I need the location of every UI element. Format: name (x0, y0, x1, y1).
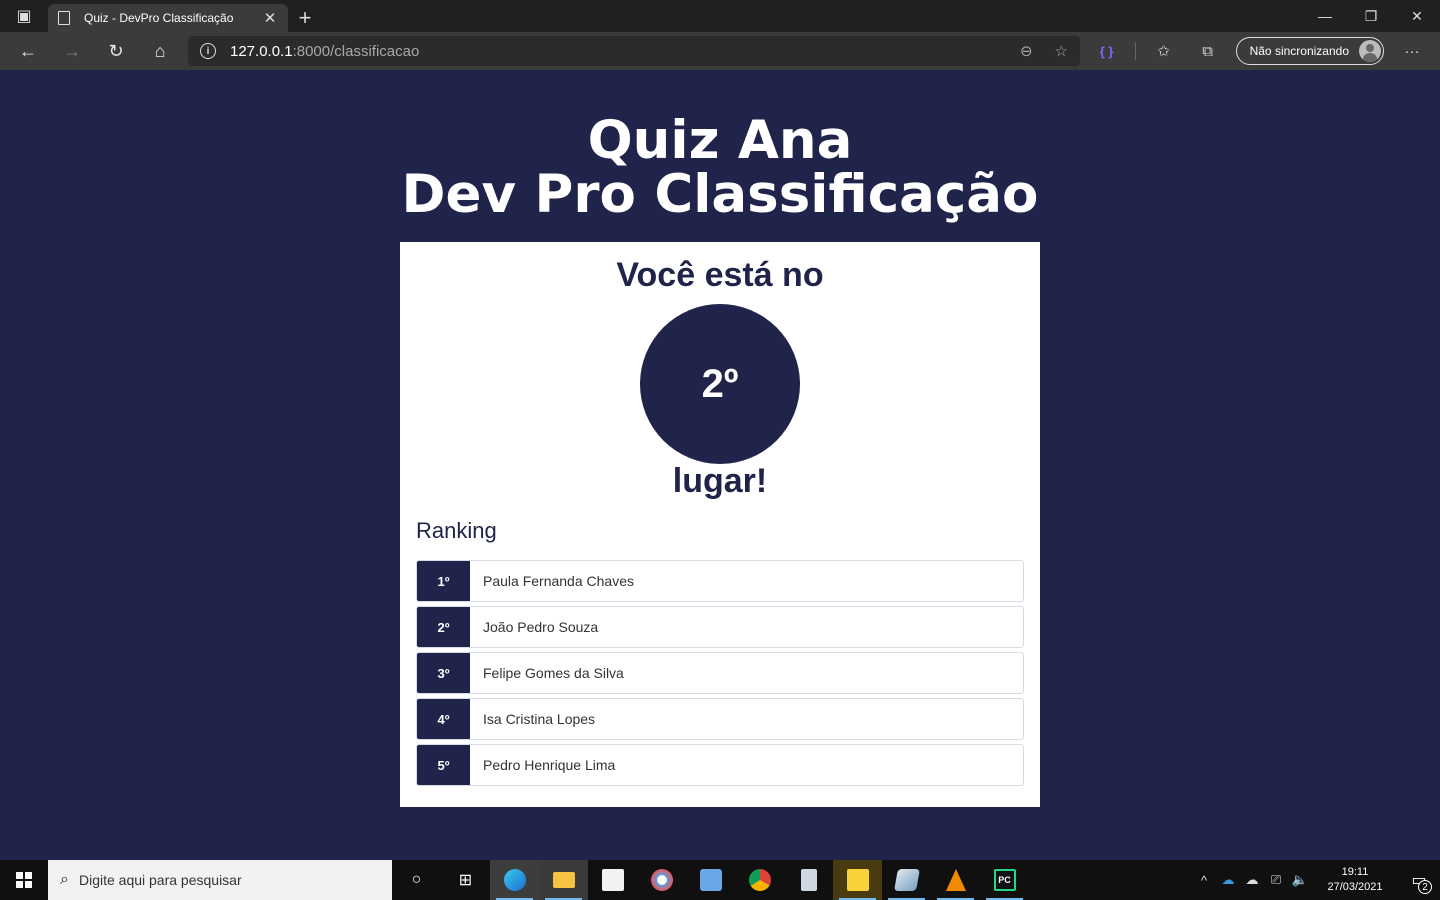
place-suffix: lugar! (672, 462, 768, 500)
ranking-position: 4º (417, 699, 470, 739)
info-icon[interactable]: i (200, 43, 216, 59)
ranking-name: Paula Fernanda Chaves (483, 573, 634, 589)
sync-label: Não sincronizando (1249, 44, 1349, 58)
close-tab-icon[interactable]: ✕ (262, 9, 278, 27)
url-host: 127.0.0.1 (230, 42, 293, 60)
restore-icon[interactable]: ❐ (1348, 0, 1394, 32)
search-icon: ⌕ (60, 871, 69, 888)
clock-time: 19:11 (1341, 866, 1369, 878)
forward-icon[interactable]: → (50, 32, 94, 70)
taskbar: ⌕ Digite aqui para pesquisar ○ ⊞ PC ^ ☁ … (0, 860, 1440, 900)
page-title: Quiz Ana Dev Pro Classificação (0, 114, 1440, 222)
toolbar-divider (1134, 42, 1136, 60)
app-icon[interactable] (882, 860, 931, 900)
notification-count: 2 (1418, 880, 1432, 894)
chrome-icon[interactable] (735, 860, 784, 900)
volume-icon[interactable]: 🔈 (1288, 872, 1312, 888)
network-icon[interactable]: ⎚ (1264, 872, 1288, 888)
vlc-icon[interactable] (931, 860, 980, 900)
tab-actions-icon[interactable]: ▣ (0, 0, 48, 32)
add-favorite-icon[interactable]: ☆ (1055, 42, 1068, 60)
url-text[interactable]: 127.0.0.1:8000/classificacao (230, 43, 998, 60)
extension-icon[interactable]: { } (1085, 32, 1129, 70)
ranking-list: 1º Paula Fernanda Chaves 2º João Pedro S… (416, 560, 1024, 790)
system-tray: ^ ☁ ☁ ⎚ 🔈 19:11 27/03/2021 ▭ 2 (1192, 860, 1440, 900)
ranking-name: João Pedro Souza (483, 619, 599, 635)
cortana-icon[interactable]: ○ (392, 860, 441, 900)
taskbar-search[interactable]: ⌕ Digite aqui para pesquisar (48, 860, 392, 900)
clock-date: 27/03/2021 (1327, 881, 1383, 893)
browser-toolbar: ← → ↻ ⌂ i 127.0.0.1:8000/classificacao ⊖… (0, 32, 1440, 70)
page-content: Quiz Ana Dev Pro Classificação Você está… (0, 70, 1440, 860)
store-icon[interactable] (588, 860, 637, 900)
ranking-row: 1º Paula Fernanda Chaves (416, 560, 1024, 602)
ranking-position: 2º (417, 607, 470, 647)
tab-title: Quiz - DevPro Classificação (84, 11, 234, 25)
ranking-row: 3º Felipe Gomes da Silva (416, 652, 1024, 694)
refresh-icon[interactable]: ↻ (94, 32, 138, 70)
page-icon (58, 11, 70, 25)
position-value: 2º (701, 361, 739, 406)
more-options-icon[interactable]: ··· (1390, 32, 1434, 70)
ranking-row: 5º Pedro Henrique Lima (416, 744, 1024, 786)
ranking-name: Felipe Gomes da Silva (483, 665, 624, 681)
ranking-title: Ranking (416, 518, 497, 543)
ranking-row: 2º João Pedro Souza (416, 606, 1024, 648)
calculator-icon[interactable] (784, 860, 833, 900)
onedrive-icon[interactable]: ☁ (1216, 872, 1240, 888)
network-app-icon[interactable] (686, 860, 735, 900)
position-badge: 2º (640, 304, 800, 464)
you-are-heading: Você está no (616, 256, 824, 294)
zoom-icon[interactable]: ⊖ (1020, 42, 1033, 60)
task-view-icon[interactable]: ⊞ (441, 860, 490, 900)
result-card: Você está no 2º lugar! Ranking 1º Paula … (400, 242, 1040, 807)
window-controls: — ❐ ✕ (1302, 0, 1440, 32)
browser-tab-bar: ▣ Quiz - DevPro Classificação ✕ + — ❐ ✕ (0, 0, 1440, 32)
profile-sync-button[interactable]: Não sincronizando (1235, 37, 1384, 65)
toolbar-right: { } ✩ ⧉ Não sincronizando ··· (1085, 32, 1440, 70)
new-tab-icon[interactable]: + (288, 4, 322, 32)
address-bar[interactable]: i 127.0.0.1:8000/classificacao ⊖ ☆ (188, 36, 1080, 66)
edge-icon[interactable] (490, 860, 539, 900)
start-button[interactable] (0, 860, 48, 900)
chevron-up-icon[interactable]: ^ (1192, 873, 1216, 888)
close-window-icon[interactable]: ✕ (1394, 0, 1440, 32)
title-line-1: Quiz Ana (587, 110, 853, 171)
home-icon[interactable]: ⌂ (138, 32, 182, 70)
url-path: :8000/classificacao (292, 42, 420, 60)
title-line-2: Dev Pro Classificação (401, 164, 1039, 225)
ranking-position: 5º (417, 745, 470, 785)
search-placeholder: Digite aqui para pesquisar (78, 872, 242, 888)
ranking-position: 3º (417, 653, 470, 693)
ranking-position: 1º (417, 561, 470, 601)
file-explorer-icon[interactable] (539, 860, 588, 900)
minimize-icon[interactable]: — (1302, 0, 1348, 32)
browser-tab[interactable]: Quiz - DevPro Classificação ✕ (48, 4, 288, 32)
ranking-name: Isa Cristina Lopes (483, 711, 596, 727)
back-icon[interactable]: ← (6, 32, 50, 70)
favorites-icon[interactable]: ✩ (1142, 32, 1186, 70)
paint-icon[interactable] (637, 860, 686, 900)
sticky-notes-icon[interactable] (833, 860, 882, 900)
windows-logo-icon (16, 872, 32, 888)
ranking-name: Pedro Henrique Lima (483, 757, 616, 773)
cloud-icon[interactable]: ☁ (1240, 872, 1264, 888)
collections-icon[interactable]: ⧉ (1186, 32, 1230, 70)
avatar (1359, 40, 1381, 62)
ranking-row: 4º Isa Cristina Lopes (416, 698, 1024, 740)
clock[interactable]: 19:11 27/03/2021 (1318, 865, 1392, 895)
pycharm-icon[interactable]: PC (980, 860, 1029, 900)
notifications-icon[interactable]: ▭ 2 (1398, 860, 1440, 900)
